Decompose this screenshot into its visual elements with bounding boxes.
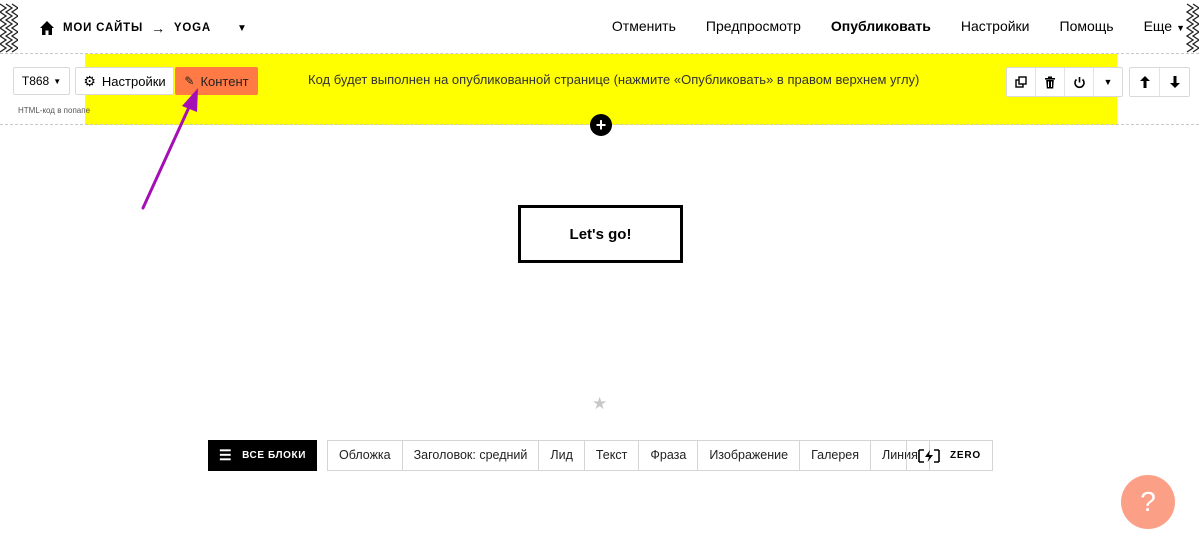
breadcrumb: МОИ САЙТЫ → YOGA ▼: [39, 18, 248, 38]
more-menu[interactable]: Еще ▼: [1144, 18, 1185, 34]
more-caret-icon: ▼: [1176, 23, 1185, 33]
category-lead[interactable]: Лид: [539, 441, 585, 470]
pencil-icon: ✎: [184, 74, 195, 88]
star-icon[interactable]: ★: [592, 394, 607, 414]
list-icon: ☰: [218, 447, 233, 463]
block-type-note: HTML-код в попапе: [18, 106, 91, 115]
lets-go-button[interactable]: Let's go!: [518, 205, 683, 263]
category-gallery[interactable]: Галерея: [800, 441, 871, 470]
help-bubble-button[interactable]: ?: [1121, 475, 1175, 529]
publish-button[interactable]: Опубликовать: [831, 18, 931, 34]
cancel-button[interactable]: Отменить: [612, 18, 676, 34]
block-settings-label: Настройки: [101, 73, 166, 89]
block-settings-button[interactable]: ⚙ Настройки: [75, 67, 174, 95]
category-heading-medium[interactable]: Заголовок: средний: [403, 441, 540, 470]
top-navigation: Отменить Предпросмотр Опубликовать Настр…: [582, 18, 1185, 34]
move-up-icon[interactable]: [1130, 68, 1160, 96]
zero-block-label: ZERO: [950, 450, 981, 461]
more-menu-label: Еще: [1143, 18, 1173, 34]
top-bar: МОИ САЙТЫ → YOGA ▼ Отменить Предпросмотр…: [0, 0, 1199, 54]
trash-icon[interactable]: [1036, 68, 1065, 96]
block-content-label: Контент: [200, 73, 249, 89]
duplicate-icon[interactable]: [1007, 68, 1036, 96]
category-phrase[interactable]: Фраза: [639, 441, 699, 470]
block-categories: Обложка Заголовок: средний Лид Текст Фра…: [327, 440, 930, 471]
preview-button[interactable]: Предпросмотр: [706, 18, 801, 34]
block-actions-group: ▼: [1006, 67, 1123, 97]
all-blocks-button[interactable]: ☰ ВСЕ БЛОКИ: [208, 440, 317, 471]
breadcrumb-my-sites[interactable]: МОИ САЙТЫ: [63, 22, 143, 34]
more-actions-caret-icon[interactable]: ▼: [1094, 68, 1122, 96]
block-content-button[interactable]: ✎ Контент: [175, 67, 258, 95]
power-icon[interactable]: [1065, 68, 1094, 96]
chevron-down-icon: ▼: [53, 76, 62, 86]
home-icon[interactable]: [39, 20, 55, 36]
zigzag-decoration-left: [0, 3, 18, 53]
all-blocks-label: ВСЕ БЛОКИ: [242, 450, 307, 461]
zero-block-icon: [918, 448, 940, 463]
move-down-icon[interactable]: [1160, 68, 1189, 96]
category-cover[interactable]: Обложка: [328, 441, 403, 470]
settings-link[interactable]: Настройки: [961, 18, 1030, 34]
category-image[interactable]: Изображение: [698, 441, 801, 470]
category-text[interactable]: Текст: [585, 441, 640, 470]
zigzag-decoration-right: [1185, 3, 1199, 53]
zero-block-button[interactable]: ZERO: [906, 440, 993, 471]
block-id-dropdown[interactable]: T868 ▼: [13, 67, 70, 95]
site-dropdown-caret-icon[interactable]: ▼: [237, 23, 248, 34]
breadcrumb-arrow-icon: →: [151, 20, 166, 36]
block-id-label: T868: [21, 74, 50, 88]
breadcrumb-site-name[interactable]: YOGA: [174, 22, 211, 34]
block-notice-text: Код будет выполнен на опубликованной стр…: [308, 72, 920, 87]
block-move-group: [1129, 67, 1190, 97]
gear-icon: ⚙: [83, 72, 96, 89]
help-link[interactable]: Помощь: [1060, 18, 1114, 34]
add-block-plus-icon[interactable]: +: [590, 114, 612, 136]
